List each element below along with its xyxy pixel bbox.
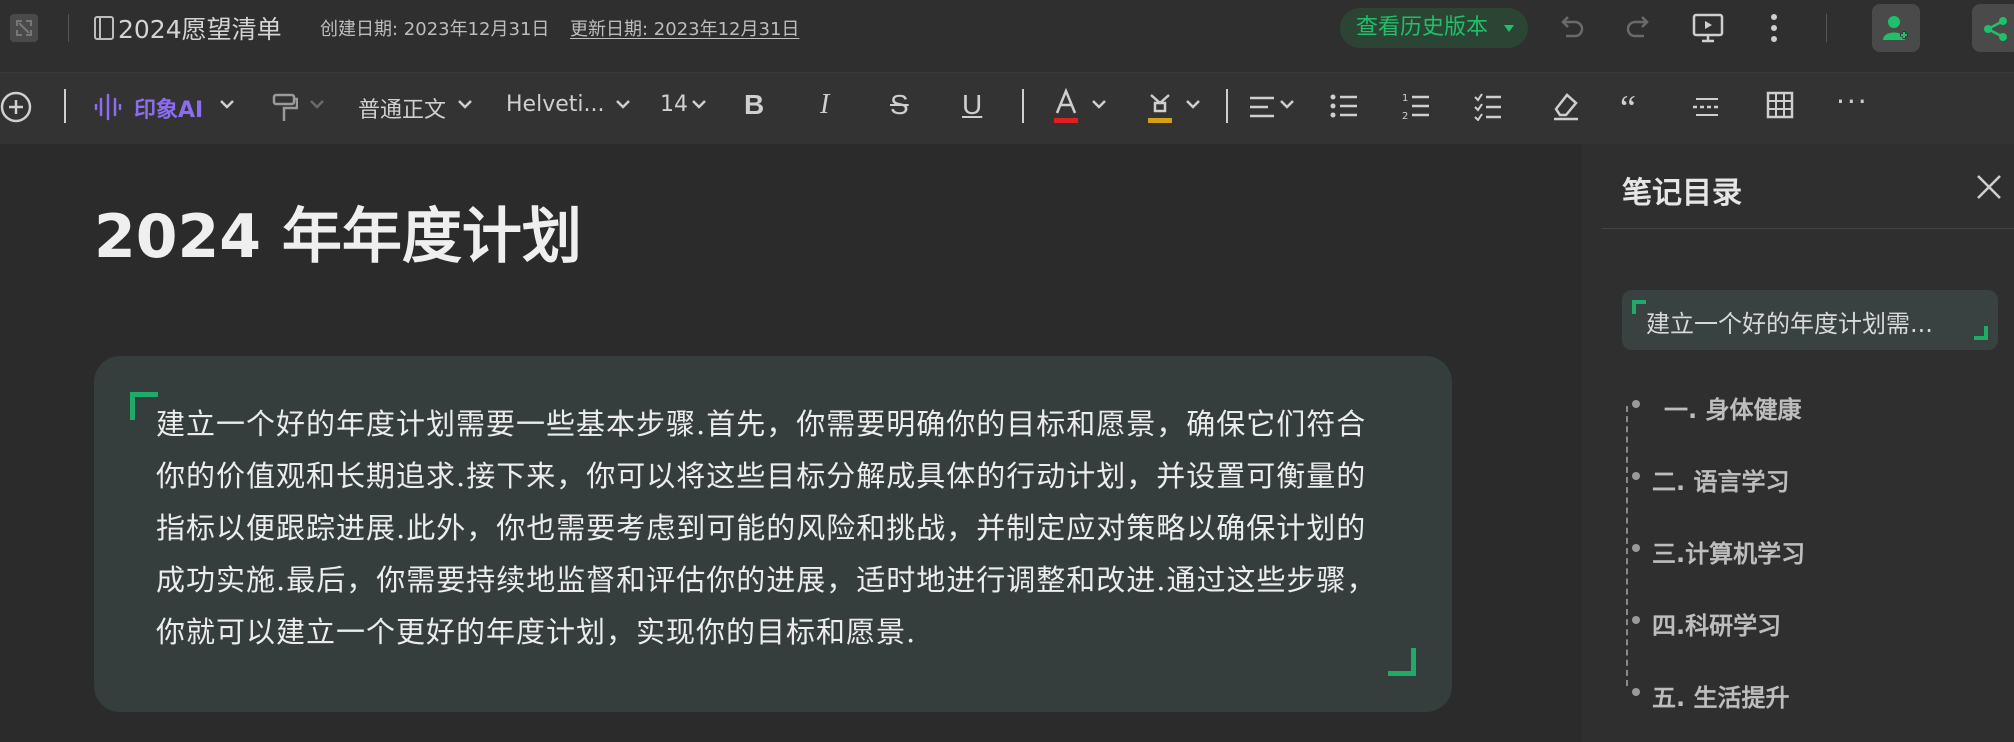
bullet-dot-icon — [1632, 472, 1640, 480]
format-painter-icon[interactable] — [272, 93, 298, 123]
callout-text[interactable]: 建立一个好的年度计划需要一些基本步骤.首先，你需要明确你的目标和愿景，确保它们符… — [156, 398, 1396, 658]
presentation-icon[interactable] — [1692, 12, 1724, 44]
editor-area[interactable]: 2024 年年度计划 建立一个好的年度计划需要一些基本步骤.首先，你需要明确你的… — [0, 144, 1582, 742]
format-toolbar: 印象AI 普通正文 Helveti... 14 B I S U 1 2 “ ··… — [0, 72, 2014, 144]
callout-bracket-icon — [1632, 300, 1646, 314]
outline-item-label: 建立一个好的年度计划需... — [1646, 310, 1933, 338]
created-date: 创建日期: 2023年12月31日 — [320, 19, 550, 40]
top-bar: 2024愿望清单 创建日期: 2023年12月31日 更新日期: 2023年12… — [0, 0, 2014, 72]
outline-item-label: 二. 语言学习 — [1652, 468, 1790, 496]
outline-panel: 笔记目录 建立一个好的年度计划需... 一. 身体健康 二. 语言学习 三.计算… — [1582, 144, 2014, 742]
more-options-button[interactable]: ··· — [1836, 85, 1869, 118]
callout-bracket-icon — [1388, 648, 1416, 676]
undo-icon[interactable] — [1556, 12, 1586, 42]
callout-bracket-icon — [130, 392, 158, 420]
align-icon[interactable] — [1248, 95, 1276, 119]
expand-icon — [16, 20, 32, 36]
outline-item[interactable]: 一. 身体健康 — [1632, 390, 1802, 425]
outline-connector — [1626, 406, 1628, 686]
updated-date[interactable]: 更新日期: 2023年12月31日 — [570, 15, 799, 41]
chevron-down-icon[interactable] — [1090, 97, 1108, 111]
chevron-down-icon[interactable] — [690, 97, 708, 111]
quote-button[interactable]: “ — [1620, 87, 1636, 129]
highlight-icon[interactable] — [1146, 87, 1174, 127]
insert-plus-icon[interactable] — [0, 91, 32, 123]
bullet-dot-icon — [1632, 688, 1640, 696]
bold-button[interactable]: B — [744, 89, 764, 121]
font-color-icon[interactable] — [1052, 87, 1080, 127]
chevron-down-icon[interactable] — [218, 97, 236, 111]
underline-button[interactable]: U — [962, 89, 982, 121]
toolbar-separator — [64, 89, 66, 123]
chevron-down-icon[interactable] — [456, 97, 474, 111]
toolbar-separator — [68, 14, 69, 42]
strikethrough-button[interactable]: S — [890, 89, 909, 121]
paragraph-style-select[interactable]: 普通正文 — [358, 92, 446, 124]
outline-item[interactable]: 四.科研学习 — [1632, 606, 1782, 641]
bullet-dot-icon — [1632, 544, 1640, 552]
outline-item-label: 一. 身体健康 — [1664, 396, 1802, 424]
ai-assistant-button[interactable]: 印象AI — [134, 92, 203, 124]
outline-divider — [1602, 228, 2014, 229]
chevron-down-icon[interactable] — [1184, 97, 1202, 111]
note-title[interactable]: 2024愿望清单 — [118, 10, 282, 46]
more-vertical-icon[interactable] — [1768, 12, 1780, 44]
table-icon[interactable] — [1766, 91, 1794, 119]
outline-title: 笔记目录 — [1622, 176, 1742, 211]
chevron-down-icon[interactable] — [308, 97, 326, 111]
clear-format-icon[interactable] — [1552, 91, 1580, 121]
bullet-list-icon[interactable] — [1330, 93, 1358, 119]
share-icon — [1984, 17, 2007, 41]
svg-text:2: 2 — [1402, 111, 1408, 121]
outline-item[interactable]: 五. 生活提升 — [1632, 678, 1790, 713]
document-title[interactable]: 2024 年年度计划 — [94, 188, 582, 275]
chevron-down-icon[interactable] — [1278, 97, 1296, 111]
outline-item-label: 四.科研学习 — [1652, 612, 1782, 640]
redo-icon[interactable] — [1624, 12, 1654, 42]
bullet-dot-icon — [1632, 400, 1640, 408]
divider-icon[interactable] — [1692, 95, 1722, 119]
chevron-down-icon — [1504, 25, 1514, 32]
notebook-icon — [94, 16, 114, 40]
view-history-button[interactable]: 查看历史版本 — [1340, 8, 1528, 48]
share-button[interactable] — [1972, 4, 2014, 52]
numbered-list-icon[interactable]: 1 2 — [1402, 91, 1430, 121]
view-history-label: 查看历史版本 — [1356, 15, 1489, 40]
toolbar-separator — [1226, 89, 1228, 123]
outline-item-current[interactable]: 建立一个好的年度计划需... — [1622, 290, 1998, 350]
callout-bracket-icon — [1974, 326, 1988, 340]
add-user-icon — [1883, 16, 1908, 40]
outline-item[interactable]: 二. 语言学习 — [1632, 462, 1790, 497]
toolbar-separator — [1022, 89, 1024, 123]
italic-button[interactable]: I — [820, 89, 829, 121]
add-collaborator-button[interactable] — [1872, 4, 1920, 52]
outline-item-label: 五. 生活提升 — [1652, 684, 1790, 712]
svg-text:1: 1 — [1402, 93, 1408, 104]
font-family-select[interactable]: Helveti... — [506, 92, 604, 117]
font-size-select[interactable]: 14 — [660, 92, 688, 117]
chevron-down-icon[interactable] — [614, 97, 632, 111]
toolbar-separator — [1826, 14, 1827, 42]
callout-block[interactable]: 建立一个好的年度计划需要一些基本步骤.首先，你需要明确你的目标和愿景，确保它们符… — [94, 356, 1452, 712]
checklist-icon[interactable] — [1474, 91, 1502, 121]
ai-sparkle-icon[interactable] — [94, 93, 122, 121]
outline-item-label: 三.计算机学习 — [1652, 540, 1806, 568]
expand-window-button[interactable] — [10, 14, 38, 42]
bullet-dot-icon — [1632, 616, 1640, 624]
close-icon[interactable] — [1976, 174, 2002, 200]
outline-item[interactable]: 三.计算机学习 — [1632, 534, 1806, 569]
